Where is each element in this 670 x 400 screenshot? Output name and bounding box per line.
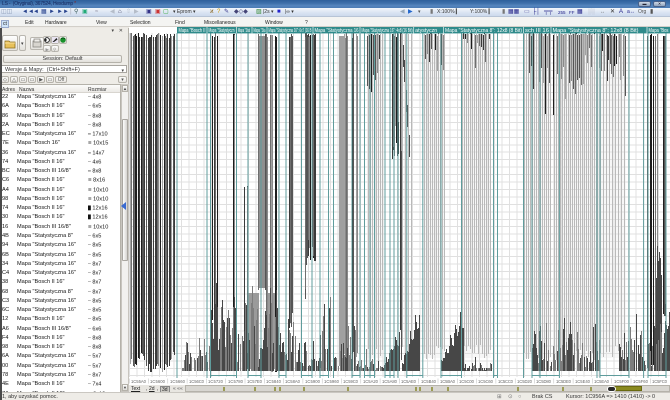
svg-text:Mapa "Bos: Mapa "Bos: [649, 28, 669, 34]
svg-text:1C5840: 1C5840: [266, 379, 282, 384]
svg-text:1C5D80: 1C5D80: [536, 379, 552, 384]
svg-text:1C56C0: 1C56C0: [189, 379, 205, 384]
svg-text:1C5720: 1C5720: [208, 379, 224, 384]
svg-text:1C5C00: 1C5C00: [459, 379, 475, 384]
svg-text:sch III 16: sch III 16: [525, 28, 549, 34]
svg-text:1C5C60: 1C5C60: [478, 379, 494, 384]
svg-text:1C5660: 1C5660: [170, 379, 186, 384]
svg-text:1C5AE0: 1C5AE0: [401, 379, 417, 384]
svg-text:1C5A80: 1C5A80: [382, 379, 398, 384]
svg-text:1C55A0: 1C55A0: [131, 379, 147, 384]
svg-text:Mapa "Statystyczna 16": 4x8 (1: Mapa "Statystyczna 16": 4x8 (16 Bit): [362, 28, 413, 34]
svg-text:1C5600: 1C5600: [150, 379, 166, 384]
svg-text:Mapa "Sta: Mapa "Sta: [254, 28, 266, 34]
svg-text:Mapa "Bosch II: Mapa "Bosch II: [179, 28, 206, 34]
svg-text:1C5B40: 1C5B40: [421, 379, 437, 384]
svg-text:1C5DE0: 1C5DE0: [556, 379, 572, 384]
svg-text:atystyczn: atystyczn: [415, 28, 437, 34]
svg-text:Mapa "Statystyczna 8": 12x8 (8: Mapa "Statystyczna 8": 12x8 (8 Bit): [445, 28, 522, 34]
svg-text:Mapa "Statystyczn: Mapa "Statystyczn: [209, 28, 235, 34]
svg-text:1C57E0: 1C57E0: [247, 379, 263, 384]
svg-text:1C5F00: 1C5F00: [614, 379, 630, 384]
svg-text:1C5BA0: 1C5BA0: [440, 379, 456, 384]
svg-text:Mapa "Stat: Mapa "Stat: [238, 28, 250, 34]
svg-text:1C5780: 1C5780: [228, 379, 244, 384]
svg-text:1C5CC0: 1C5CC0: [498, 379, 514, 384]
svg-text:1C5E40: 1C5E40: [575, 379, 591, 384]
svg-text:Mapa "Statystyczna 16": 6x7 (1: Mapa "Statystyczna 16": 6x7 (16 B: [269, 28, 312, 34]
svg-text:1C5EA0: 1C5EA0: [594, 379, 610, 384]
svg-text:1C5960: 1C5960: [324, 379, 340, 384]
svg-text:1C5D20: 1C5D20: [517, 379, 533, 384]
svg-text:1C5A20: 1C5A20: [363, 379, 379, 384]
svg-text:1C5FC0: 1C5FC0: [652, 379, 668, 384]
svg-text:1C58A0: 1C58A0: [285, 379, 301, 384]
svg-text:1C59C0: 1C59C0: [343, 379, 359, 384]
svg-text:1C5900: 1C5900: [305, 379, 321, 384]
svg-text:1C5F60: 1C5F60: [633, 379, 649, 384]
svg-text:Mapa "Statystyczna 16: Mapa "Statystyczna 16: [315, 28, 359, 34]
svg-text:Mapa "Statystyczna 8": 12x8 (8: Mapa "Statystyczna 8": 12x8 (8 Bit): [553, 28, 639, 34]
